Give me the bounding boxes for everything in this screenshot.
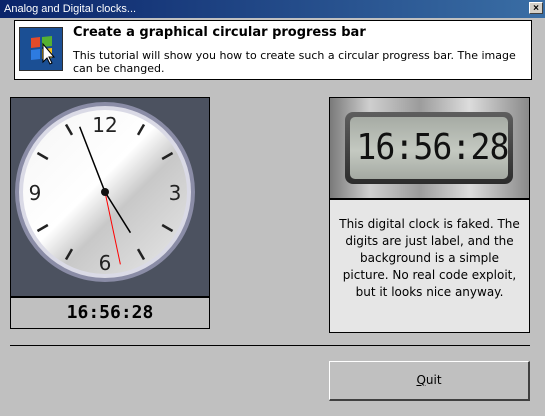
numeral-6: 6	[99, 251, 112, 275]
header-banner: Create a graphical circular progress bar…	[14, 20, 532, 80]
separator-line	[10, 345, 530, 346]
title-bar: Analog and Digital clocks... ×	[0, 0, 545, 18]
analog-clock-panel: 12 3 6 9	[10, 97, 210, 297]
digital-info-text: This digital clock is faked. The digits …	[329, 199, 530, 333]
quit-accelerator: Q	[416, 373, 426, 387]
windows-flag-cursor-icon	[19, 27, 63, 71]
lcd-display: 16:56:28	[345, 112, 513, 184]
page-title: Create a graphical circular progress bar	[73, 25, 366, 40]
quit-label: uit	[425, 373, 442, 387]
page-description: This tutorial will show you how to creat…	[73, 49, 516, 75]
analog-clock: 12 3 6 9	[15, 102, 195, 282]
close-button[interactable]: ×	[529, 2, 543, 14]
analog-time-readout: 16:56:28	[10, 297, 210, 329]
window-title: Analog and Digital clocks...	[4, 3, 137, 15]
numeral-12: 12	[92, 113, 117, 137]
digital-clock-panel: 16:56:28	[329, 97, 530, 199]
numeral-3: 3	[169, 181, 182, 205]
quit-button[interactable]: Quit	[329, 361, 530, 401]
clock-center-pin	[101, 188, 109, 196]
lcd-time: 16:56:28	[356, 127, 509, 168]
numeral-9: 9	[29, 181, 42, 205]
